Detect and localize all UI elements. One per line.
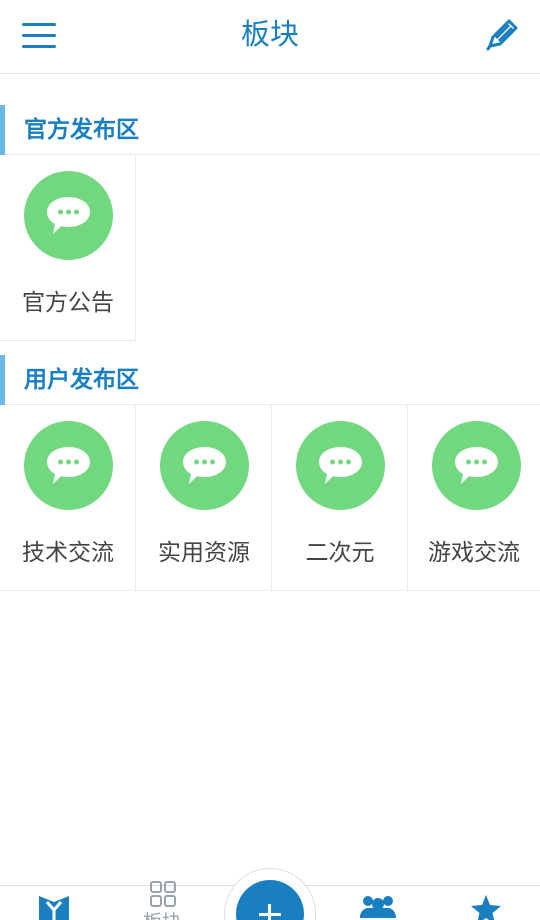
tile-label: 技术交流 bbox=[22, 540, 114, 566]
section-header-official: 官方发布区 bbox=[0, 105, 540, 155]
page-title: 板块 bbox=[240, 17, 299, 51]
chat-bubble-icon bbox=[160, 421, 249, 510]
add-icon-vertical bbox=[268, 904, 271, 920]
tile-label: 游戏交流 bbox=[428, 540, 520, 566]
nav-item-boards[interactable]: 板块 bbox=[132, 881, 192, 920]
section-accent-bar bbox=[0, 105, 5, 155]
grid-icon bbox=[150, 881, 176, 907]
top-app-bar: 板块 bbox=[0, 0, 540, 74]
tile-label: 官方公告 bbox=[22, 290, 114, 316]
users-group-icon bbox=[360, 896, 396, 918]
chat-bubble-icon bbox=[24, 171, 113, 260]
forum-tile-useful-resources[interactable]: 实用资源 bbox=[136, 405, 272, 591]
tile-label: 二次元 bbox=[305, 540, 375, 566]
nav-item-favorites[interactable] bbox=[456, 886, 516, 920]
section-title: 官方发布区 bbox=[24, 117, 139, 143]
nav-label: 板块 bbox=[132, 912, 192, 920]
nav-item-home[interactable] bbox=[24, 886, 84, 920]
pencil-edit-icon[interactable] bbox=[482, 16, 522, 56]
home-logo-icon bbox=[39, 896, 69, 920]
section-accent-bar bbox=[0, 355, 5, 405]
forum-tile-official-announcements[interactable]: 官方公告 bbox=[0, 155, 136, 341]
forum-tile-anime[interactable]: 二次元 bbox=[272, 405, 408, 591]
nav-item-community[interactable] bbox=[348, 886, 408, 920]
tile-label: 实用资源 bbox=[158, 540, 250, 566]
star-icon bbox=[471, 895, 501, 920]
forum-tile-tech-discussion[interactable]: 技术交流 bbox=[0, 405, 136, 591]
chat-bubble-icon bbox=[432, 421, 521, 510]
section-header-user: 用户发布区 bbox=[0, 355, 540, 405]
forum-tile-game-discussion[interactable]: 游戏交流 bbox=[408, 405, 540, 591]
chat-bubble-icon bbox=[296, 421, 385, 510]
section-title: 用户发布区 bbox=[24, 367, 139, 393]
chat-bubble-icon bbox=[24, 421, 113, 510]
